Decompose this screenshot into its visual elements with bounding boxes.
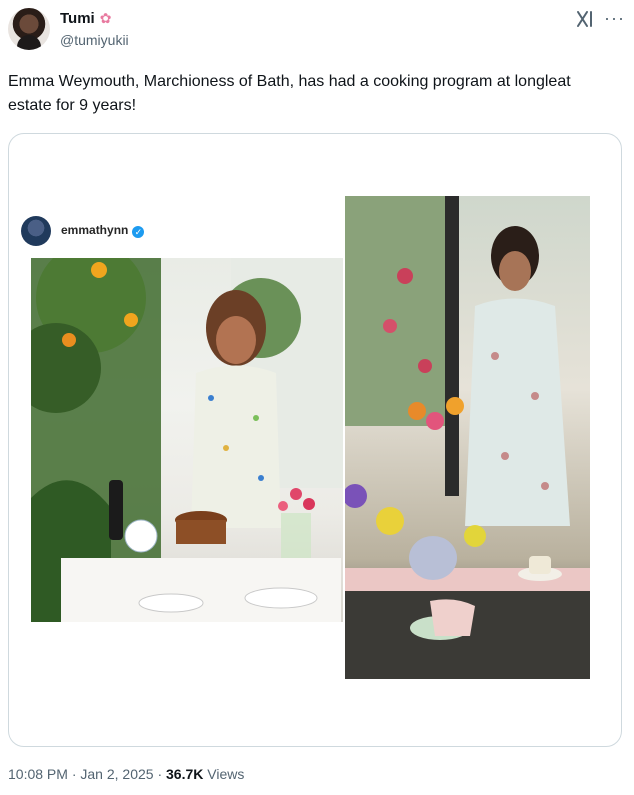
avatar[interactable] [8,8,50,50]
tweet-time[interactable]: 10:08 PM [8,766,68,782]
author-handle[interactable]: @tumiyukii [60,32,129,48]
photo-left [31,258,343,622]
photo-right [345,196,590,679]
flower-icon: ✿ [99,10,112,26]
embedded-username: emmathynn ✓ [61,223,145,238]
verified-icon: ✓ [132,226,145,238]
tweet-footer: 10:08 PM · Jan 2, 2025 · 36.7K Views [8,766,245,782]
views-label: Views [203,766,245,782]
photo-right-illustration [345,196,590,679]
views-count: 36.7K [166,766,204,782]
grok-icon[interactable] [576,10,594,28]
tweet-date[interactable]: Jan 2, 2025 [80,766,153,782]
tweet-media[interactable]: emmathynn ✓ [8,133,622,747]
tweet-text: Emma Weymouth, Marchioness of Bath, has … [8,73,571,114]
more-icon[interactable]: ··· [604,8,625,29]
photo-left-illustration [31,258,343,622]
author-name[interactable]: Tumi ✿ [60,10,111,27]
embedded-avatar [21,216,51,246]
tweet-header: Tumi ✿ @tumiyukii ··· [8,8,626,56]
